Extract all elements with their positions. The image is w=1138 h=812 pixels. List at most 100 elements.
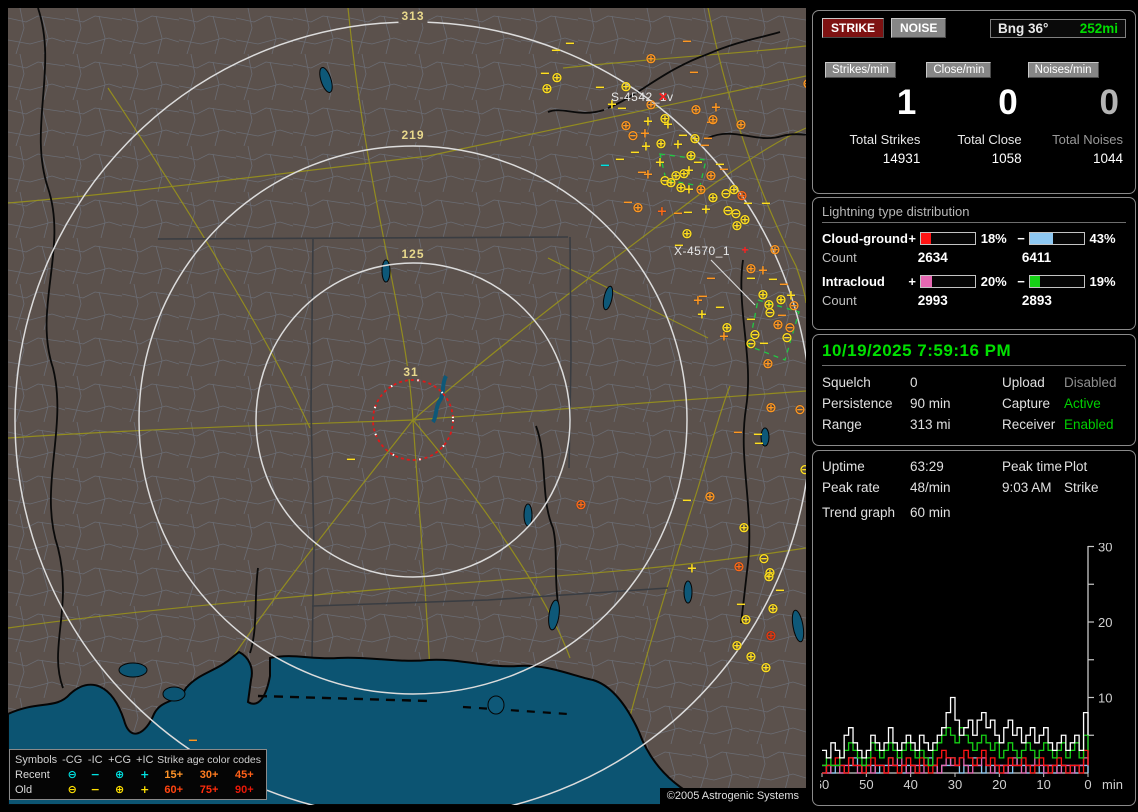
strike-symbol: ⊕ bbox=[690, 103, 702, 117]
strike-symbol: ⊕ bbox=[762, 357, 774, 371]
recent-cg-neg-icon: ⊖ bbox=[60, 767, 85, 782]
ic-pos-count: 2993 bbox=[918, 293, 1022, 308]
squelch-label: Squelch bbox=[822, 375, 910, 390]
close-per-min-value: 0 bbox=[926, 85, 1017, 120]
strike-symbol: ⊕ bbox=[775, 293, 787, 307]
ring-label-125: 125 bbox=[398, 248, 427, 261]
strike-symbol: + bbox=[697, 309, 708, 322]
strike-symbol: − bbox=[746, 273, 757, 286]
strike-symbol: ⊕ bbox=[735, 118, 747, 132]
total-close-label: Total Close bbox=[926, 132, 1021, 147]
strike-button[interactable]: STRIKE bbox=[822, 18, 884, 38]
y-tick: 20 bbox=[1098, 615, 1112, 630]
strike-symbol: ⊕ bbox=[738, 521, 750, 535]
recent-ic-pos-icon: + bbox=[133, 767, 156, 782]
strike-symbol: − bbox=[746, 314, 757, 327]
strike-symbol: ⊖ bbox=[799, 463, 806, 477]
x-tick: 40 bbox=[903, 777, 917, 792]
strike-symbol: − bbox=[682, 495, 693, 508]
counters-panel: STRIKE NOISE Bng 36° 252mi Strikes/min 1… bbox=[812, 10, 1136, 194]
legend-row-old-label: Old bbox=[14, 782, 60, 797]
bearing-distance: 252mi bbox=[1080, 21, 1118, 36]
old-ic-neg-icon: − bbox=[85, 782, 106, 797]
noise-button[interactable]: NOISE bbox=[891, 18, 946, 38]
ring-label-313: 313 bbox=[398, 10, 427, 23]
age-75: 75+ bbox=[191, 782, 226, 797]
strike-symbol: − bbox=[736, 599, 747, 612]
bearing-display: Bng 36° 252mi bbox=[990, 19, 1126, 38]
noises-per-min-value: 0 bbox=[1028, 85, 1119, 120]
strike-symbol: ⊕ bbox=[695, 183, 707, 197]
persistence-label: Persistence bbox=[822, 396, 910, 411]
peak-time-label: Peak time bbox=[1002, 459, 1064, 474]
strike-symbol: + bbox=[684, 184, 695, 197]
receiver-status: Enabled bbox=[1064, 417, 1126, 432]
x-tick: 30 bbox=[948, 777, 962, 792]
strike-symbol: ⊕ bbox=[655, 137, 667, 151]
strike-symbol: − bbox=[595, 82, 606, 95]
trac-marker-icon: ✕ bbox=[658, 90, 668, 104]
plot-label: Plot bbox=[1064, 459, 1126, 474]
strike-symbol: − bbox=[637, 167, 648, 180]
ic-neg-count: 2893 bbox=[1022, 293, 1126, 308]
strike-symbol: ⊕ bbox=[767, 602, 779, 616]
count-label: Count bbox=[822, 293, 918, 308]
legend-header-pic: +IC bbox=[133, 752, 156, 767]
strike-symbol: ⊕ bbox=[745, 650, 757, 664]
trend-graph-label: Trend graph bbox=[822, 505, 910, 520]
plus-sign: + bbox=[908, 274, 920, 289]
strike-symbol: − bbox=[565, 38, 576, 51]
count-label: Count bbox=[822, 250, 918, 265]
plot-value: Strike bbox=[1064, 480, 1126, 495]
strike-symbol: + bbox=[687, 563, 698, 576]
bearing-label: Bng 36° bbox=[998, 21, 1048, 36]
strike-symbol: + bbox=[641, 141, 652, 154]
cloud-ground-label: Cloud-ground bbox=[822, 231, 908, 246]
range-value: 313 mi bbox=[910, 417, 1002, 432]
datetime-display: 10/19/2025 7:59:16 PM bbox=[822, 341, 1126, 366]
intracloud-count-row: Count 2993 2893 bbox=[822, 293, 1126, 308]
trac-label-1: X-4570_1 bbox=[674, 244, 730, 258]
age-90: 90+ bbox=[227, 782, 262, 797]
strike-symbol: − bbox=[715, 302, 726, 315]
cloud-ground-count-row: Count 2634 6411 bbox=[822, 250, 1126, 265]
minus-sign: − bbox=[1017, 231, 1029, 246]
strike-symbol: − bbox=[346, 454, 357, 467]
strike-symbol: − bbox=[715, 159, 726, 172]
lightning-map[interactable]: −−−⊕⊕−⊕−−⊕⊕−−+−⊕⊕+⊕⊕⊕⊖++⊕+−⊕⊕+−+−−−+⊕−⊕⊕… bbox=[8, 8, 806, 805]
x-tick: 20 bbox=[992, 777, 1006, 792]
strike-symbol: ⊕ bbox=[765, 629, 777, 643]
ring-label-31: 31 bbox=[400, 366, 421, 379]
strike-symbol: + bbox=[657, 206, 668, 219]
strike-symbol: − bbox=[733, 427, 744, 440]
ic-pos-percent: 20% bbox=[976, 274, 1017, 289]
strike-symbol: ⊕ bbox=[769, 243, 781, 257]
strike-symbol: ⊕ bbox=[541, 82, 553, 96]
strike-symbol: − bbox=[759, 338, 770, 351]
strike-symbol: ⊕ bbox=[802, 77, 806, 91]
cg-neg-count: 6411 bbox=[1022, 250, 1126, 265]
trend-panel: Uptime 63:29 Peak time Plot Peak rate 48… bbox=[812, 450, 1136, 806]
strike-symbol: − bbox=[551, 45, 562, 58]
strike-symbol: − bbox=[617, 103, 628, 116]
capture-label: Capture bbox=[1002, 396, 1064, 411]
total-strikes-label: Total Strikes bbox=[825, 132, 920, 147]
strike-symbol: − bbox=[683, 207, 694, 220]
x-tick: 10 bbox=[1036, 777, 1050, 792]
strike-symbol: − bbox=[698, 291, 709, 304]
noises-per-min-label: Noises/min bbox=[1028, 62, 1099, 78]
upload-status: Disabled bbox=[1064, 375, 1126, 390]
plus-sign: + bbox=[908, 231, 920, 246]
strike-symbol: − bbox=[775, 585, 786, 598]
strike-symbol: ⊕ bbox=[731, 219, 743, 233]
strike-symbol: ⊖ bbox=[758, 552, 770, 566]
x-tick: 0 bbox=[1084, 777, 1091, 792]
strike-symbol: ⊕ bbox=[704, 490, 716, 504]
trend-graph: 1020306050403020100min bbox=[820, 543, 1126, 793]
peak-rate-label: Peak rate bbox=[822, 480, 910, 495]
total-strikes-value: 14931 bbox=[825, 151, 920, 166]
strike-symbol: − bbox=[540, 68, 551, 81]
old-ic-pos-icon: + bbox=[133, 782, 156, 797]
recent-cg-pos-icon: ⊕ bbox=[106, 767, 134, 782]
symbols-legend: Symbols -CG -IC +CG +IC Strike age color… bbox=[9, 749, 267, 800]
